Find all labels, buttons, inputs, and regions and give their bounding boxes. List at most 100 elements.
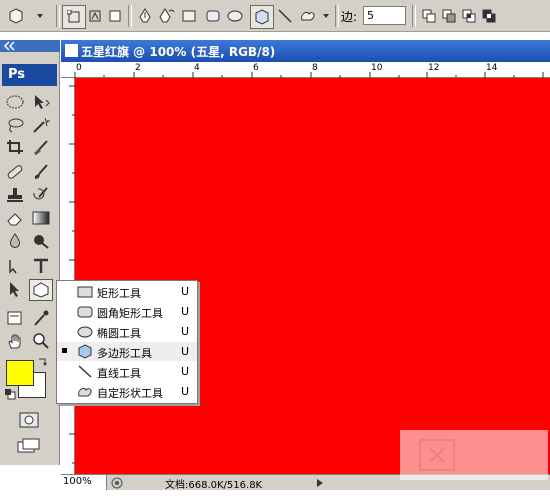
collapse-arrows-icon <box>3 41 15 51</box>
quick-mask-icon <box>19 412 39 428</box>
sides-input[interactable]: 5 <box>363 6 406 25</box>
subtract-shapes-button[interactable] <box>438 5 460 27</box>
fill-pixels-button[interactable] <box>104 5 126 27</box>
marquee-tool[interactable] <box>4 92 26 112</box>
exclude-shapes-button[interactable] <box>478 5 500 27</box>
rounded-rectangle-tool-button[interactable] <box>202 5 224 27</box>
rectangle-icon <box>77 286 93 298</box>
clone-stamp-tool[interactable] <box>4 185 26 205</box>
line-icon <box>78 365 92 378</box>
dodge-tool[interactable] <box>30 231 52 251</box>
freeform-pen-icon <box>159 8 175 23</box>
vertical-ruler-ticks <box>69 85 75 464</box>
line-tool-button[interactable] <box>274 5 296 27</box>
status-menu-icon[interactable] <box>111 477 123 489</box>
flyout-item-line[interactable]: 直线工具 U <box>57 362 197 381</box>
note-icon <box>7 311 22 325</box>
paths-button[interactable] <box>84 5 106 27</box>
polygon-tool-button[interactable] <box>250 5 274 29</box>
toolbox-header[interactable] <box>0 40 60 52</box>
ellipse-tool-button[interactable] <box>224 5 246 27</box>
flyout-item-label: 自定形状工具 <box>97 387 163 400</box>
eyedropper-tool[interactable] <box>30 308 52 328</box>
path-selection-icon <box>9 260 17 274</box>
slice-icon <box>34 140 48 155</box>
exclude-icon <box>482 9 496 23</box>
flyout-item-shortcut: U <box>181 325 190 338</box>
flyout-item-ellipse[interactable]: 椭圆工具 U <box>57 322 197 341</box>
horizontal-ruler[interactable]: 0 2 4 6 8 10 12 14 <box>61 62 550 78</box>
document-title: 五星红旗 @ 100% (五星, RGB/8) <box>81 45 276 59</box>
crop-tool[interactable] <box>4 137 26 157</box>
freeform-pen-button[interactable] <box>156 5 178 27</box>
foreground-color-swatch[interactable] <box>6 360 34 386</box>
polygon-icon <box>9 8 43 24</box>
gradient-icon <box>32 211 50 225</box>
default-colors-icon[interactable] <box>4 388 16 400</box>
status-arrow-icon[interactable] <box>315 478 325 488</box>
polygon-icon <box>33 282 49 298</box>
drop-icon <box>10 233 20 248</box>
combine-shapes-button[interactable] <box>418 5 440 27</box>
document-title-bar[interactable]: 五星红旗 @ 100% (五星, RGB/8) <box>61 40 550 62</box>
elliptical-marquee-icon <box>6 95 24 109</box>
pen-tool-button[interactable] <box>134 5 156 27</box>
swap-colors-icon[interactable] <box>37 356 49 368</box>
slice-tool[interactable] <box>30 137 52 157</box>
flyout-item-shortcut: U <box>181 345 190 358</box>
flyout-item-shortcut: U <box>181 365 190 378</box>
magic-wand-tool[interactable] <box>30 115 52 135</box>
shape-layers-button[interactable] <box>62 5 86 29</box>
hand-tool[interactable] <box>4 331 26 351</box>
magnifier-icon <box>33 333 49 349</box>
intersect-icon <box>462 9 476 23</box>
line-icon <box>278 9 292 23</box>
history-brush-icon <box>33 187 48 200</box>
type-icon <box>34 258 48 273</box>
flyout-item-shortcut: U <box>181 385 190 398</box>
zoom-level-field[interactable]: 100% <box>61 475 107 490</box>
hand-icon <box>8 334 21 349</box>
shape-tool[interactable] <box>29 279 53 301</box>
screen-mode-button[interactable] <box>16 436 42 456</box>
healing-brush-tool[interactable] <box>4 162 26 182</box>
flyout-item-label: 椭圆工具 <box>97 327 141 340</box>
zoom-tool[interactable] <box>30 331 52 351</box>
notes-tool[interactable] <box>4 308 26 328</box>
type-tool[interactable] <box>30 256 52 276</box>
vertical-ruler[interactable] <box>61 78 75 474</box>
active-bullet <box>62 348 67 353</box>
tool-preset-picker[interactable] <box>6 5 46 27</box>
watermark-logo <box>400 430 548 480</box>
path-selection-tool[interactable] <box>4 256 26 276</box>
combine-icon <box>422 9 436 23</box>
lasso-icon <box>8 118 24 133</box>
intersect-shapes-button[interactable] <box>458 5 480 27</box>
eraser-tool[interactable] <box>4 208 26 228</box>
move-tool[interactable] <box>30 92 52 112</box>
flyout-item-rectangle[interactable]: 矩形工具 U <box>57 282 197 301</box>
gradient-tool[interactable] <box>30 208 52 228</box>
blur-tool[interactable] <box>4 231 26 251</box>
document-canvas[interactable] <box>75 78 550 474</box>
subtract-icon <box>442 9 456 23</box>
brush-tool[interactable] <box>30 162 52 182</box>
shape-tool-flyout-menu: 矩形工具 U 圆角矩形工具 U 椭圆工具 U 多边形工具 U 直线工具 U 自定… <box>56 280 198 404</box>
history-brush-tool[interactable] <box>30 185 52 205</box>
document-size-info: 文档:668.0K/516.8K <box>165 480 263 491</box>
lasso-tool[interactable] <box>4 115 26 135</box>
rectangle-tool-button[interactable] <box>178 5 200 27</box>
pen-icon <box>139 8 151 23</box>
custom-shape-tool-button[interactable] <box>298 5 332 27</box>
fill-pixels-icon <box>109 10 121 22</box>
direct-selection-tool[interactable] <box>4 279 26 299</box>
quick-mask-mode-button[interactable] <box>18 410 40 430</box>
polygon-icon <box>78 344 92 359</box>
brush-icon <box>34 164 48 179</box>
flyout-item-custom-shape[interactable]: 自定形状工具 U <box>57 382 197 401</box>
eraser-icon <box>7 213 22 226</box>
flyout-item-rounded-rectangle[interactable]: 圆角矩形工具 U <box>57 302 197 321</box>
flyout-item-polygon[interactable]: 多边形工具 U <box>57 342 197 361</box>
flyout-item-shortcut: U <box>181 285 190 298</box>
ps-logo: Ps <box>2 64 57 86</box>
